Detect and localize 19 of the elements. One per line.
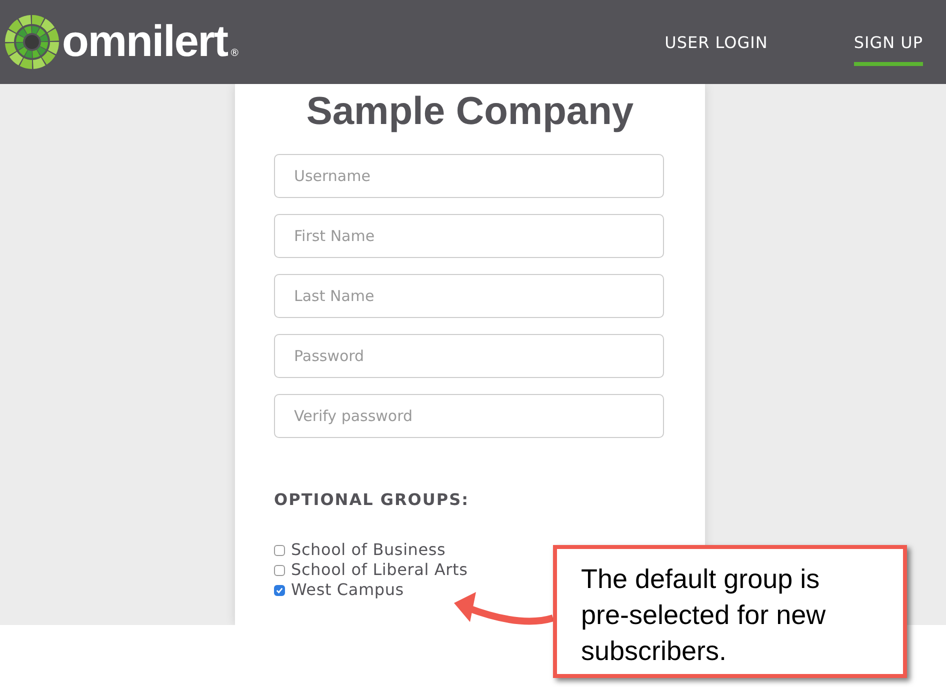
checkbox[interactable] (274, 585, 285, 596)
group-label: School of Liberal Arts (291, 560, 468, 578)
logo-icon (4, 14, 60, 70)
input-field[interactable]: Verify password (274, 394, 664, 438)
checkbox[interactable] (274, 545, 285, 556)
nav-link[interactable]: USER LOGIN (664, 26, 768, 66)
group-label: School of Business (291, 540, 446, 558)
input-field[interactable]: Username (274, 154, 664, 198)
company-title: Sample Company (305, 90, 635, 134)
nav-link[interactable]: SIGN UP (854, 26, 923, 66)
registered-mark: ® (230, 48, 240, 58)
input-field[interactable]: Last Name (274, 274, 664, 318)
group-label: West Campus (291, 580, 404, 598)
input-field[interactable]: First Name (274, 214, 664, 258)
logo-text: omnilert (62, 17, 228, 67)
callout-text: The default group is pre-selected for new subscribers. (581, 563, 827, 668)
checkbox[interactable] (274, 565, 285, 576)
groups-heading: OPTIONAL GROUPS: (274, 490, 470, 509)
input-field[interactable]: Password (274, 334, 664, 378)
